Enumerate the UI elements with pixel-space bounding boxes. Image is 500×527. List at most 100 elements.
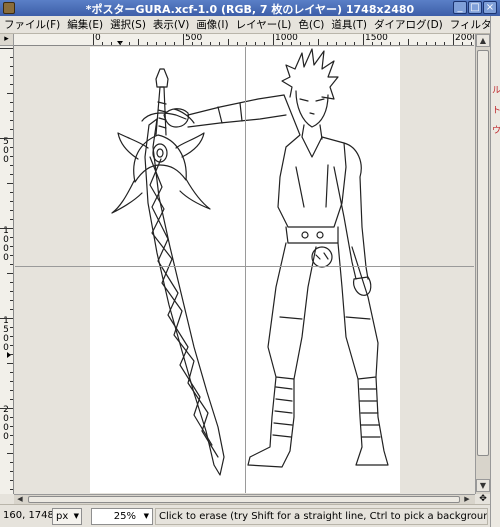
menu-file[interactable]: ファイル(F) [0, 16, 63, 33]
close-button[interactable]: × [483, 1, 497, 14]
hruler-tick [426, 42, 427, 45]
zoom-selector[interactable]: 25% ▼ [91, 508, 153, 525]
hruler-tick [264, 42, 265, 45]
hruler-tick [255, 42, 256, 45]
hruler-tick [201, 42, 202, 45]
hruler-tick [183, 34, 184, 45]
vertical-guide[interactable] [245, 47, 246, 493]
vruler-tick [0, 318, 13, 319]
vertical-scroll-thumb[interactable] [477, 50, 489, 456]
scroll-up-arrow[interactable]: ▲ [476, 34, 490, 47]
hruler-tick [111, 42, 112, 45]
vruler-label: 500 [3, 137, 9, 165]
vruler-tick [7, 453, 13, 454]
hruler-tick [192, 42, 193, 45]
hruler-tick [129, 42, 130, 45]
hruler-tick [345, 42, 346, 45]
hruler-tick [354, 42, 355, 45]
vruler-tick [10, 75, 13, 76]
chevron-down-icon: ▼ [143, 512, 149, 520]
vruler-tick [10, 291, 13, 292]
vruler-tick [10, 444, 13, 445]
vruler-tick [10, 417, 13, 418]
vruler-tick [10, 426, 13, 427]
scroll-down-arrow[interactable]: ▼ [476, 479, 490, 492]
vruler-tick [10, 399, 13, 400]
horizontal-ruler[interactable]: 0 500 1000 1500 2000 [14, 34, 474, 46]
unit-selector[interactable]: px ▼ [52, 508, 82, 525]
window-titlebar: *ポスターGURA.xcf-1.0 (RGB, 7 枚のレイヤー) 1748x2… [0, 0, 500, 16]
hruler-tick [462, 42, 463, 45]
menu-select[interactable]: 選択(S) [106, 16, 149, 33]
vruler-tick [10, 111, 13, 112]
menu-edit[interactable]: 編集(E) [63, 16, 106, 33]
hruler-tick [246, 42, 247, 45]
hruler-tick [453, 34, 454, 45]
vruler-tick [10, 219, 13, 220]
vruler-tick [10, 246, 13, 247]
menu-layer[interactable]: レイヤー(L) [232, 16, 295, 33]
hruler-tick [471, 42, 472, 45]
vruler-tick [0, 228, 13, 229]
hruler-tick [174, 42, 175, 45]
vruler-tick [10, 201, 13, 202]
vruler-tick [10, 480, 13, 481]
vruler-tick [0, 48, 13, 49]
chevron-down-icon: ▼ [73, 512, 79, 520]
vruler-label: 1000 [3, 226, 9, 263]
hruler-tick [372, 42, 373, 45]
vruler-tick [10, 66, 13, 67]
menu-view[interactable]: 表示(V) [149, 16, 192, 33]
unit-value: px [56, 511, 69, 522]
hruler-tick [273, 34, 274, 45]
horizontal-scroll-thumb[interactable] [28, 496, 460, 503]
hruler-tick [309, 42, 310, 45]
vruler-tick [10, 210, 13, 211]
ruler-corner-menu-button[interactable]: ▸ [0, 34, 14, 46]
vruler-tick [10, 156, 13, 157]
horizontal-scrollbar[interactable]: ◀ ▶ [14, 494, 475, 504]
canvas-area[interactable] [15, 47, 474, 493]
hruler-tick [327, 42, 328, 45]
vruler-label: 2000 [3, 405, 9, 442]
vruler-tick [10, 102, 13, 103]
vruler-tick [10, 264, 13, 265]
vruler-tick [10, 309, 13, 310]
hruler-tick [120, 42, 121, 45]
vruler-tick [10, 237, 13, 238]
navigate-icon[interactable]: ✥ [476, 494, 490, 504]
vruler-tick [10, 336, 13, 337]
hruler-tick [156, 42, 157, 45]
hruler-tick [390, 42, 391, 45]
vruler-tick [10, 372, 13, 373]
vertical-ruler[interactable]: 500 1000 1500 2000 [0, 46, 14, 494]
statusbar: 160, 1748 px ▼ 25% ▼ Click to erase (try… [0, 504, 490, 527]
hruler-tick [291, 42, 292, 45]
minimize-button[interactable]: _ [453, 1, 467, 14]
scroll-left-arrow[interactable]: ◀ [14, 495, 26, 504]
menu-image[interactable]: 画像(I) [192, 16, 231, 33]
hruler-tick [399, 42, 400, 45]
hruler-tick [102, 42, 103, 45]
vruler-tick [10, 174, 13, 175]
hruler-tick [219, 42, 220, 45]
menu-dialogs[interactable]: ダイアログ(D) [370, 16, 446, 33]
vruler-tick [10, 300, 13, 301]
menu-tools[interactable]: 道具(T) [327, 16, 370, 33]
hruler-tick [228, 39, 229, 45]
vruler-tick [10, 57, 13, 58]
hruler-tick [210, 42, 211, 45]
hruler-label: 0 [95, 34, 101, 43]
vruler-tick [0, 408, 13, 409]
maximize-button[interactable]: □ [468, 1, 482, 14]
menu-colors[interactable]: 色(C) [294, 16, 327, 33]
vruler-tick [7, 273, 13, 274]
vruler-tick [7, 363, 13, 364]
vertical-scrollbar[interactable]: ▲ ▼ [475, 34, 490, 494]
vruler-tick [10, 255, 13, 256]
hruler-tick [417, 42, 418, 45]
hruler-tick [300, 42, 301, 45]
background-window-strip: ル ト ウ [490, 16, 500, 527]
scroll-right-arrow[interactable]: ▶ [461, 495, 473, 504]
hruler-label: 1000 [275, 34, 298, 43]
